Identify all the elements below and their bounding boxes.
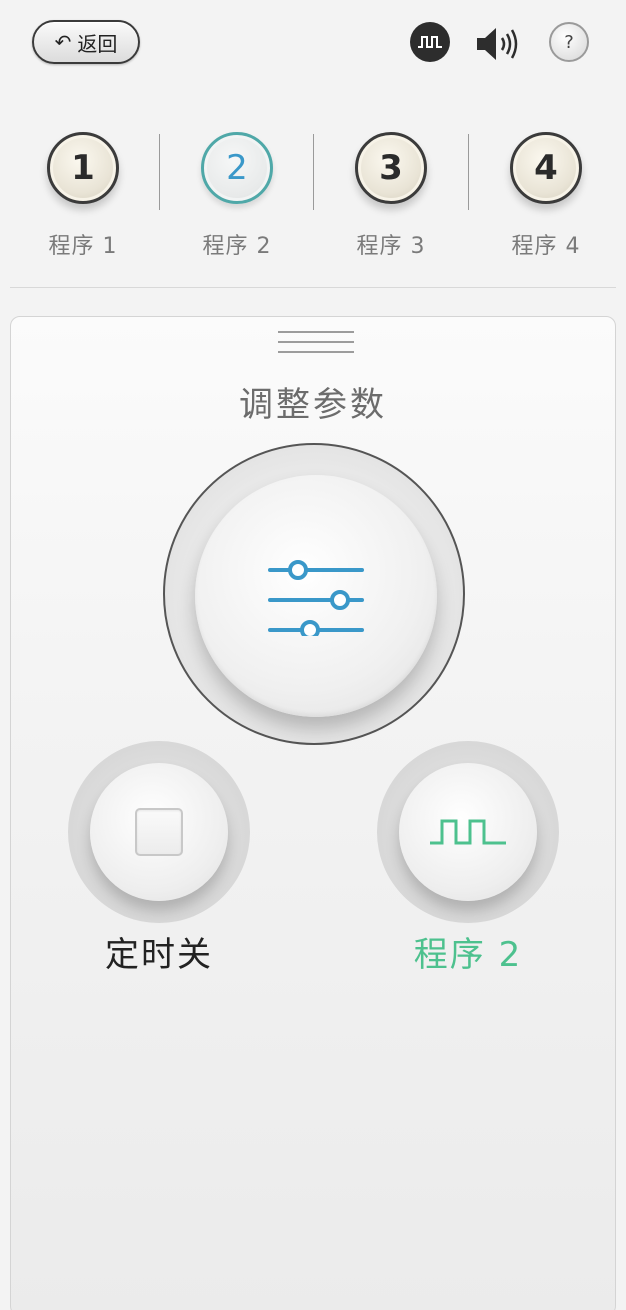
program-mode-label: 程序 2 xyxy=(413,935,523,975)
sliders-icon xyxy=(268,560,364,636)
program-ring xyxy=(377,741,559,923)
return-arrow-icon: ↶ xyxy=(54,30,72,54)
timer-off-button[interactable] xyxy=(90,763,228,901)
help-icon: ? xyxy=(564,31,574,53)
divider xyxy=(468,134,469,210)
program-2-label: 程序 2 xyxy=(202,234,272,259)
sound-button[interactable] xyxy=(474,24,520,68)
pulse-wave-button[interactable] xyxy=(410,22,450,62)
divider xyxy=(159,134,160,210)
program-3-knob[interactable]: 3 xyxy=(355,132,427,204)
program-4-selector[interactable]: 4 程序 4 xyxy=(496,132,596,260)
program-3-label: 程序 3 xyxy=(356,234,426,259)
program-4-knob[interactable]: 4 xyxy=(510,132,582,204)
adjust-parameters-button[interactable] xyxy=(195,475,437,717)
header-divider xyxy=(10,287,616,288)
program-2-knob[interactable]: 2 xyxy=(201,132,273,204)
back-label: 返回 xyxy=(77,31,118,56)
stop-square-icon xyxy=(135,808,183,856)
timer-ring xyxy=(68,741,250,923)
back-button[interactable]: ↶ 返回 xyxy=(32,20,140,64)
speaker-icon xyxy=(477,28,518,60)
divider xyxy=(313,134,314,210)
pulse-wave-icon xyxy=(430,819,506,845)
app-screen: ↶ 返回 ? 1 程序 1 2 程序 2 3 程序 3 4 程序 4 调整参数 … xyxy=(0,0,626,1310)
program-1-label: 程序 1 xyxy=(48,234,118,259)
drag-handle[interactable] xyxy=(278,331,354,361)
timer-off-label: 定时关 xyxy=(105,935,213,975)
parameter-panel: 调整参数 定时关 程序 2 xyxy=(10,316,616,1310)
program-2-selector[interactable]: 2 程序 2 xyxy=(187,132,287,260)
panel-title: 调整参数 xyxy=(239,385,387,425)
adjust-dial-ring xyxy=(163,443,465,745)
program-3-selector[interactable]: 3 程序 3 xyxy=(341,132,441,260)
program-4-label: 程序 4 xyxy=(511,234,581,259)
help-button[interactable]: ? xyxy=(549,22,589,62)
program-mode-button[interactable] xyxy=(399,763,537,901)
program-1-knob[interactable]: 1 xyxy=(47,132,119,204)
pulse-wave-icon xyxy=(418,36,442,48)
program-1-selector[interactable]: 1 程序 1 xyxy=(33,132,133,260)
